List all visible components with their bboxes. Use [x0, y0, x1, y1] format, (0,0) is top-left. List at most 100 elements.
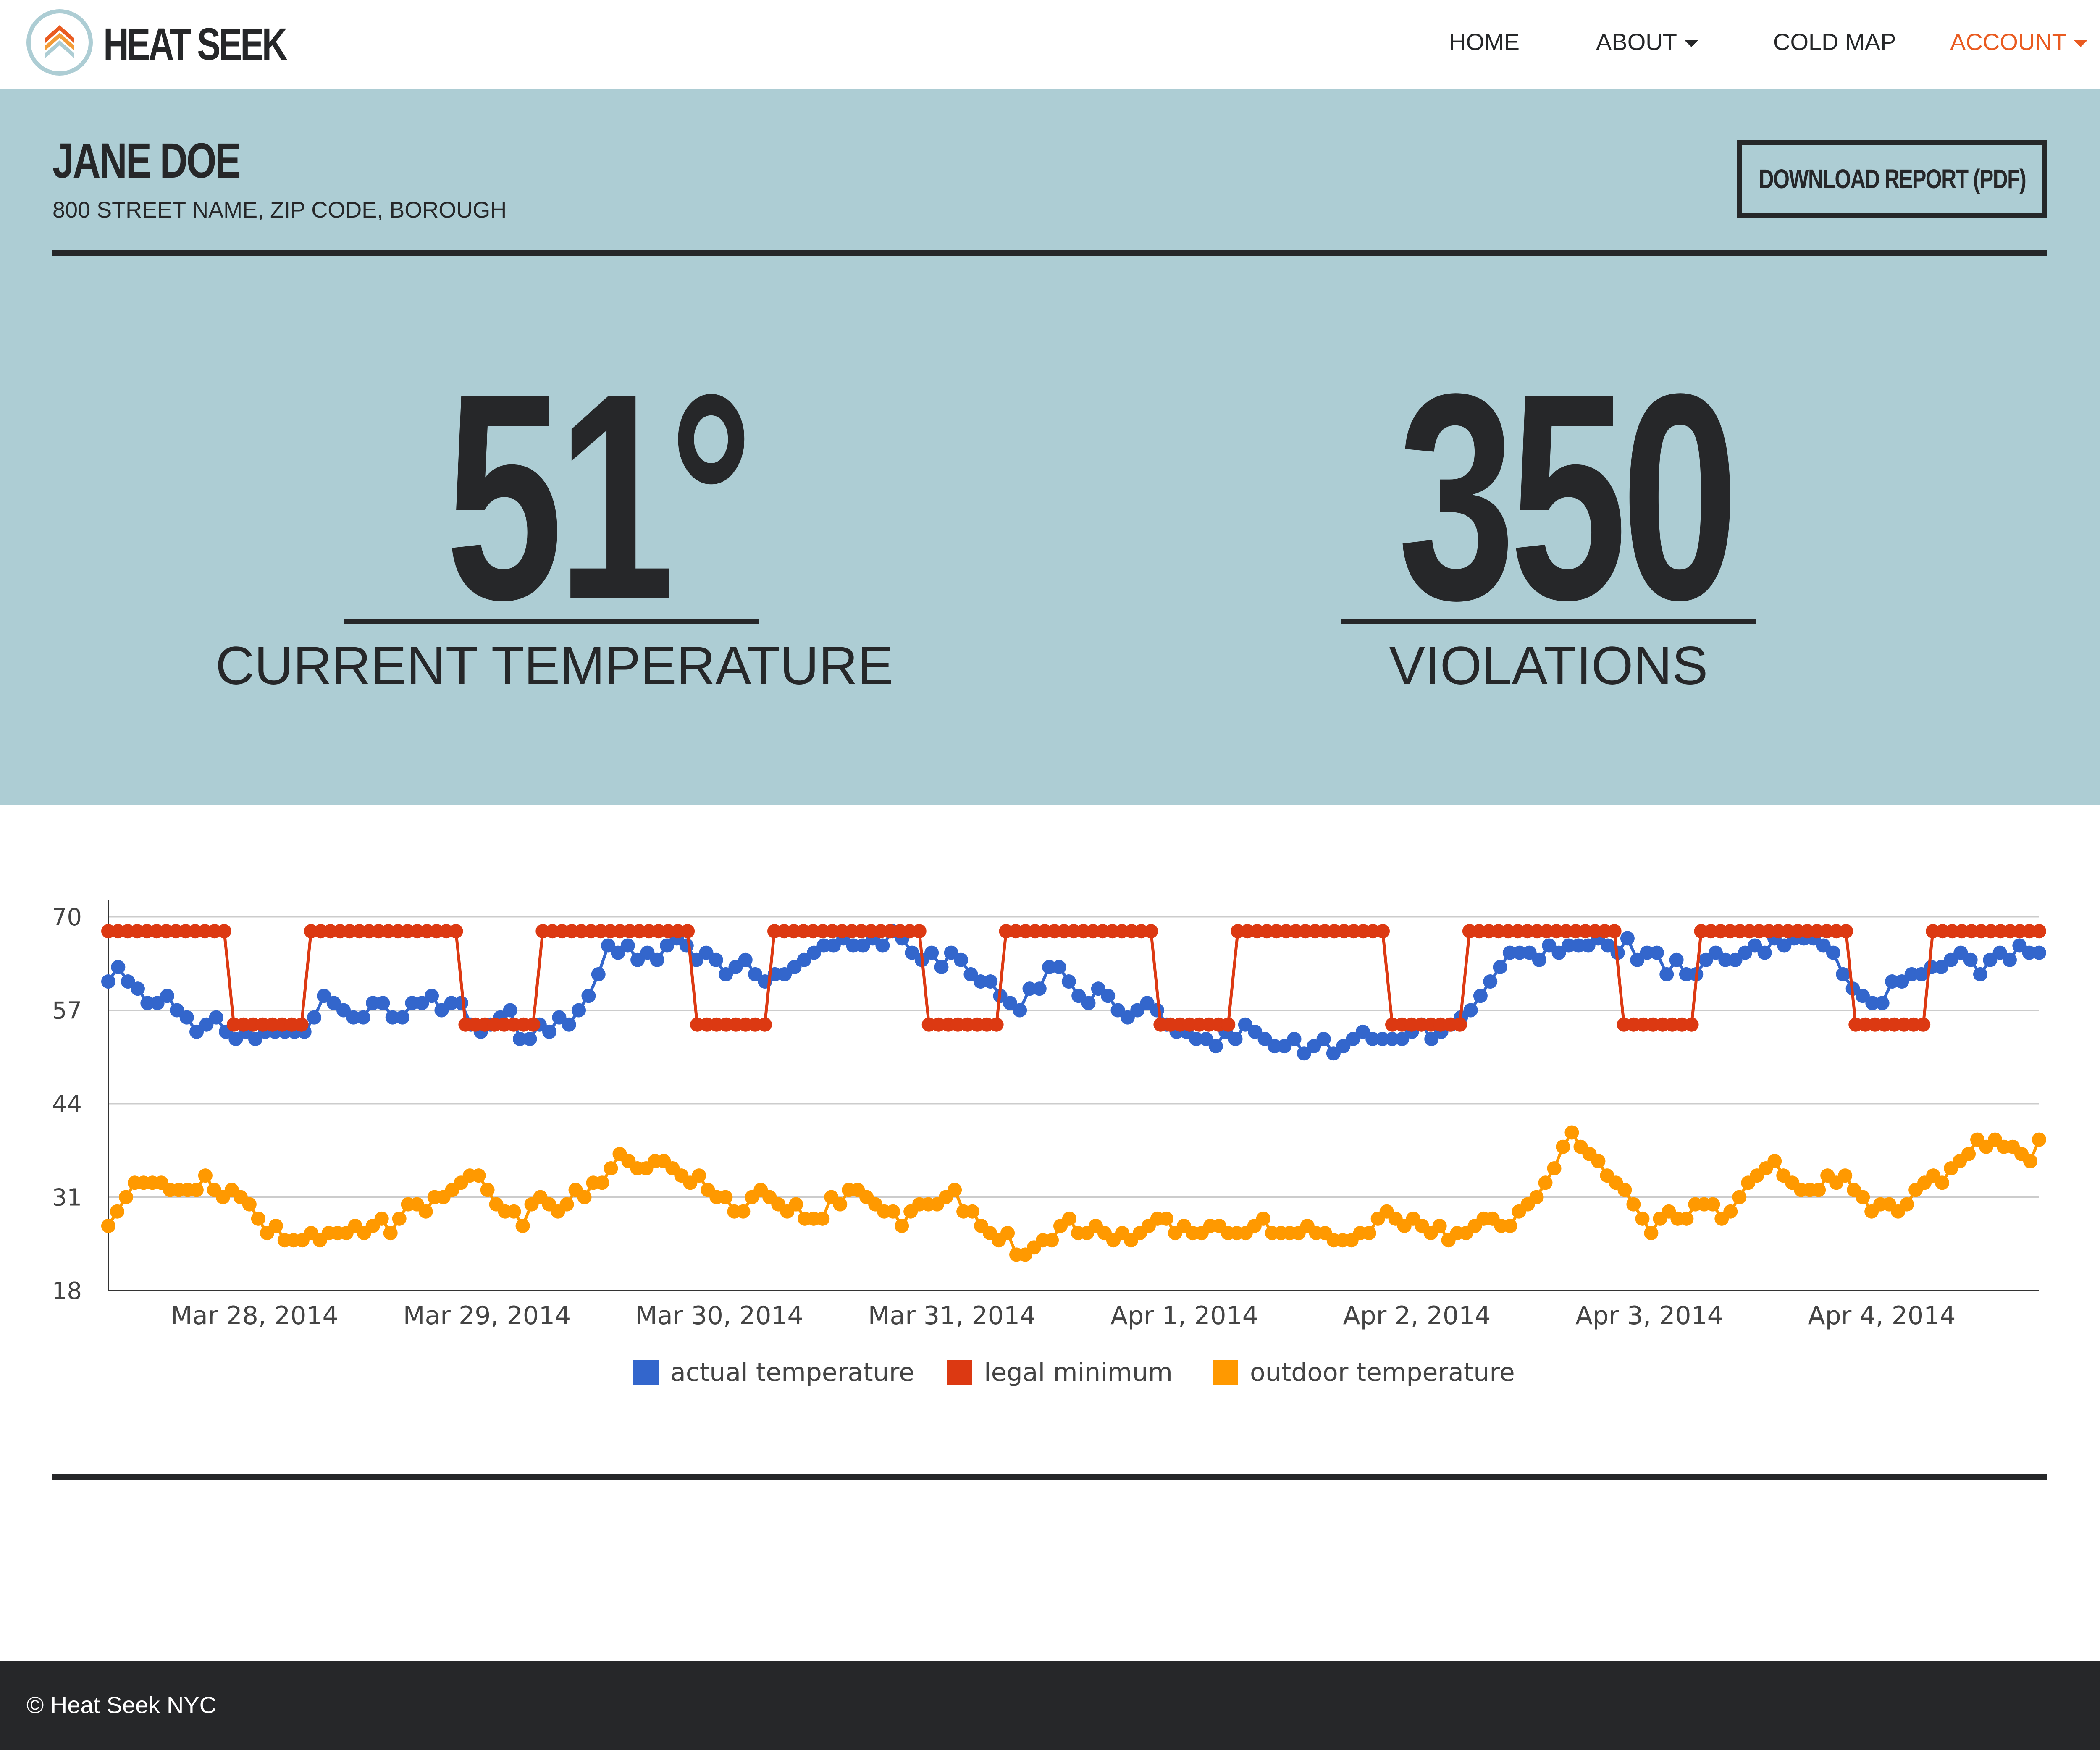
- data-point[interactable]: [1376, 924, 1390, 939]
- data-point[interactable]: [1973, 967, 1987, 981]
- data-point[interactable]: [1564, 1125, 1579, 1140]
- data-point[interactable]: [591, 967, 606, 981]
- data-point[interactable]: [1839, 924, 1853, 939]
- data-point[interactable]: [1838, 1168, 1853, 1183]
- data-point[interactable]: [449, 924, 463, 939]
- data-point[interactable]: [392, 1211, 407, 1226]
- data-point[interactable]: [1556, 1139, 1570, 1154]
- data-point[interactable]: [620, 938, 635, 953]
- legend-label[interactable]: outdoor temperature: [1250, 1358, 1515, 1387]
- data-point[interactable]: [1669, 952, 1684, 967]
- data-point[interactable]: [1826, 945, 1840, 960]
- data-point[interactable]: [198, 1168, 213, 1183]
- data-point[interactable]: [1208, 1039, 1223, 1054]
- data-point[interactable]: [307, 1010, 322, 1025]
- data-point[interactable]: [562, 1017, 576, 1032]
- data-point[interactable]: [1452, 1017, 1467, 1032]
- data-point[interactable]: [1221, 1017, 1236, 1032]
- data-point[interactable]: [709, 952, 723, 967]
- data-point[interactable]: [679, 938, 694, 953]
- data-point[interactable]: [1659, 967, 1674, 981]
- data-point[interactable]: [1503, 1218, 1517, 1233]
- legend-label[interactable]: legal minimum: [984, 1358, 1173, 1387]
- data-point[interactable]: [179, 1010, 194, 1025]
- data-point[interactable]: [1061, 974, 1076, 989]
- legend-label[interactable]: actual temperature: [670, 1358, 914, 1387]
- data-point[interactable]: [1635, 1211, 1650, 1226]
- data-point[interactable]: [1767, 1154, 1782, 1168]
- data-point[interactable]: [954, 952, 969, 967]
- data-point[interactable]: [1062, 1211, 1077, 1226]
- data-point[interactable]: [1706, 1197, 1720, 1212]
- data-point[interactable]: [934, 960, 949, 974]
- data-point[interactable]: [1649, 945, 1664, 960]
- data-point[interactable]: [1000, 1226, 1015, 1241]
- data-point[interactable]: [1620, 931, 1635, 946]
- data-point[interactable]: [1045, 1233, 1059, 1248]
- data-point[interactable]: [1644, 1226, 1659, 1241]
- data-point[interactable]: [189, 1183, 204, 1197]
- data-point[interactable]: [1432, 1218, 1447, 1233]
- nav-about[interactable]: ABOUT: [1596, 25, 1698, 59]
- data-point[interactable]: [948, 1183, 962, 1197]
- data-point[interactable]: [1811, 1183, 1826, 1197]
- brand-name[interactable]: HEAT SEEK: [103, 17, 287, 71]
- data-point[interactable]: [895, 1218, 909, 1233]
- data-point[interactable]: [1529, 1190, 1544, 1204]
- data-point[interactable]: [1875, 996, 1890, 1010]
- download-report-button[interactable]: DOWNLOAD REPORT (PDF): [1737, 140, 2048, 218]
- heat-seek-logo-icon[interactable]: [26, 9, 93, 76]
- data-point[interactable]: [542, 1024, 557, 1039]
- data-point[interactable]: [418, 1204, 433, 1219]
- data-point[interactable]: [1538, 1175, 1553, 1190]
- data-point[interactable]: [1287, 1031, 1302, 1046]
- data-point[interactable]: [268, 1218, 283, 1233]
- data-point[interactable]: [1081, 996, 1096, 1010]
- data-point[interactable]: [503, 1003, 517, 1018]
- data-point[interactable]: [989, 1017, 1004, 1032]
- data-point[interactable]: [965, 1204, 980, 1219]
- data-point[interactable]: [581, 989, 596, 1003]
- data-point[interactable]: [471, 1168, 486, 1183]
- data-point[interactable]: [425, 989, 439, 1003]
- data-point[interactable]: [118, 1190, 133, 1204]
- data-point[interactable]: [395, 1010, 410, 1025]
- data-point[interactable]: [101, 974, 116, 989]
- data-point[interactable]: [526, 1017, 541, 1032]
- data-point[interactable]: [1916, 1017, 1931, 1032]
- data-point[interactable]: [2023, 1154, 2038, 1168]
- data-point[interactable]: [736, 1204, 751, 1219]
- data-point[interactable]: [680, 924, 695, 939]
- data-point[interactable]: [718, 1190, 733, 1204]
- data-point[interactable]: [480, 1183, 495, 1197]
- data-point[interactable]: [1144, 924, 1158, 939]
- data-point[interactable]: [1013, 1003, 1027, 1018]
- data-point[interactable]: [789, 1197, 803, 1212]
- data-point[interactable]: [515, 1218, 530, 1233]
- data-point[interactable]: [595, 1175, 609, 1190]
- data-point[interactable]: [242, 1197, 257, 1212]
- data-point[interactable]: [875, 938, 890, 953]
- data-point[interactable]: [522, 1031, 537, 1046]
- data-point[interactable]: [110, 1204, 124, 1219]
- data-point[interactable]: [454, 996, 469, 1010]
- data-point[interactable]: [1836, 967, 1851, 981]
- data-point[interactable]: [1316, 1031, 1331, 1046]
- data-point[interactable]: [1626, 1197, 1641, 1212]
- nav-cold-map[interactable]: COLD MAP: [1773, 25, 1896, 59]
- data-point[interactable]: [2032, 924, 2046, 939]
- data-point[interactable]: [1463, 1003, 1478, 1018]
- data-point[interactable]: [356, 1010, 370, 1025]
- data-point[interactable]: [374, 1211, 389, 1226]
- data-point[interactable]: [692, 1168, 706, 1183]
- data-point[interactable]: [251, 1211, 265, 1226]
- data-point[interactable]: [1532, 952, 1546, 967]
- data-point[interactable]: [1256, 1211, 1270, 1226]
- data-point[interactable]: [1617, 1183, 1632, 1197]
- data-point[interactable]: [383, 1226, 398, 1241]
- data-point[interactable]: [1362, 1226, 1376, 1241]
- data-point[interactable]: [1963, 952, 1978, 967]
- data-point[interactable]: [1032, 981, 1047, 996]
- data-point[interactable]: [572, 1003, 586, 1018]
- data-point[interactable]: [1591, 1154, 1606, 1168]
